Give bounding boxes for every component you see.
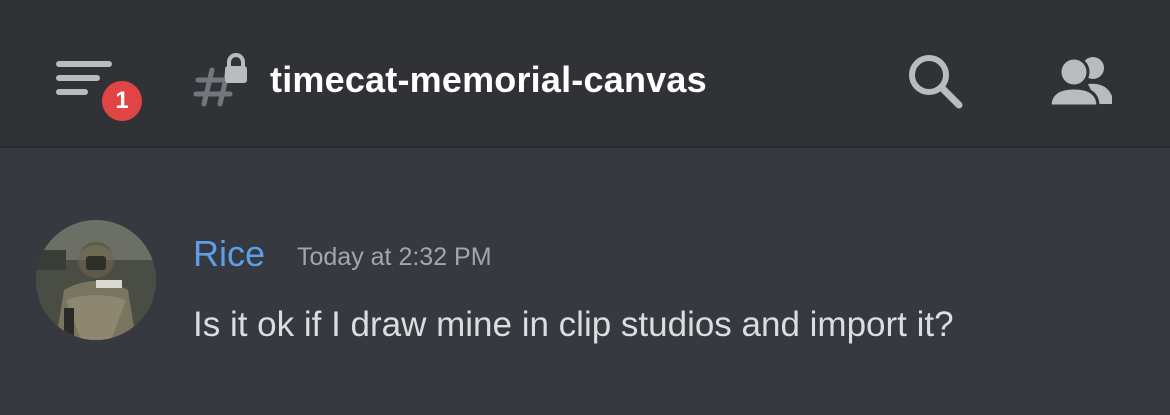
locked-text-channel-icon [193, 53, 247, 107]
notification-badge: 1 [98, 77, 146, 125]
avatar-image [36, 220, 156, 340]
search-icon [909, 55, 963, 109]
avatar[interactable] [36, 220, 156, 340]
channel-name: timecat-memorial-canvas [270, 59, 707, 100]
menu-button[interactable]: 1 [50, 55, 150, 125]
message-timestamp: Today at 2:32 PM [297, 243, 492, 271]
message-author[interactable]: Rice [193, 230, 265, 278]
message-item: Rice Today at 2:32 PM Is it ok if I draw… [0, 200, 1170, 360]
members-icon [1048, 56, 1112, 108]
channel-header: 1 timecat-memorial-canvas [0, 0, 1170, 148]
discord-channel-view: 1 timecat-memorial-canvas Rice Today at … [0, 0, 1170, 415]
message-content: Is it ok if I draw mine in clip studios … [193, 305, 954, 344]
search-button[interactable] [904, 50, 968, 114]
members-button[interactable] [1044, 52, 1116, 112]
